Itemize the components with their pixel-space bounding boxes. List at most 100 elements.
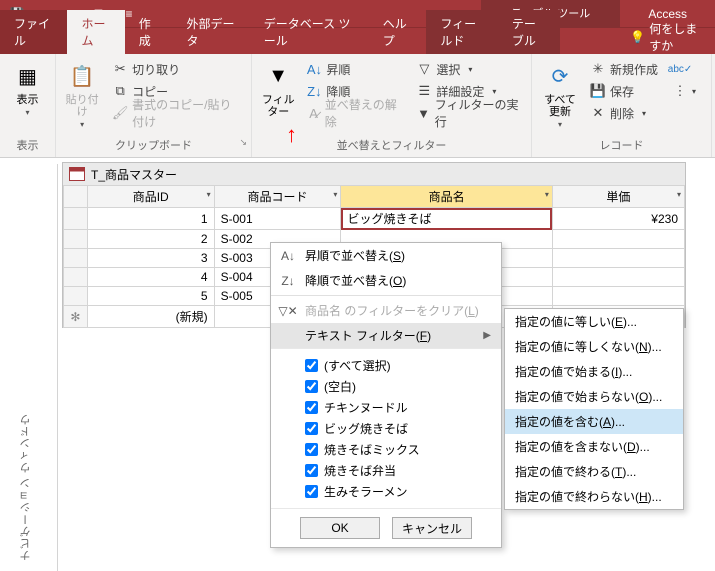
- tell-me[interactable]: 💡 何をしますか: [620, 20, 715, 54]
- submenu-item[interactable]: 指定の値で終わる(T)...: [505, 459, 683, 484]
- tab-database-tools[interactable]: データベース ツール: [250, 10, 369, 54]
- cell-editing[interactable]: ビッグ焼きそば: [341, 208, 552, 230]
- checkbox[interactable]: [305, 443, 318, 456]
- clear-funnel-icon: ▽✕: [279, 304, 297, 318]
- group-label-records: レコード: [532, 135, 711, 157]
- selection-button[interactable]: ▽選択▾: [412, 58, 525, 80]
- group-clipboard: 📋 貼り付け ▾ ✂切り取り ⧉コピー 🖌書式のコピー/貼り付け クリップボード: [56, 54, 252, 157]
- cut-button[interactable]: ✂切り取り: [108, 58, 245, 80]
- filter-context-menu: A↓昇順で並べ替え(S) Z↓降順で並べ替え(O) ▽✕商品名 のフィルターをク…: [270, 242, 502, 548]
- dropdown-icon[interactable]: ▾: [333, 190, 337, 199]
- cell[interactable]: 3: [87, 249, 214, 268]
- tab-home[interactable]: ホーム: [67, 10, 124, 54]
- paste-label: 貼り付け: [64, 94, 100, 118]
- col-header[interactable]: 商品ID ▾: [87, 186, 214, 208]
- funnel-sel-icon: ▽: [416, 61, 432, 77]
- accel: F: [420, 329, 427, 343]
- cell[interactable]: 4: [87, 268, 214, 287]
- checkbox[interactable]: [305, 359, 318, 372]
- dropdown-icon[interactable]: ▾: [545, 190, 549, 199]
- checkbox[interactable]: [305, 485, 318, 498]
- chk-label: チキンヌードル: [324, 399, 408, 416]
- chk-item[interactable]: ビッグ焼きそば: [305, 418, 489, 439]
- menu-text-filters[interactable]: テキスト フィルター(F)▶: [271, 323, 501, 348]
- submenu-item[interactable]: 指定の値を含む(A)...: [505, 409, 683, 434]
- checkbox[interactable]: [305, 422, 318, 435]
- datasheet-tab[interactable]: T_商品マスター: [63, 163, 685, 185]
- advanced-icon: ☰: [416, 83, 432, 99]
- submenu-item[interactable]: 指定の値で始まる(I)...: [505, 359, 683, 384]
- spell-check-button[interactable]: abc✓: [668, 58, 700, 80]
- tab-file[interactable]: ファイル: [0, 10, 67, 54]
- menu-label: 昇順で並べ替え(: [305, 249, 393, 263]
- chk-blank[interactable]: (空白): [305, 376, 489, 397]
- tab-create[interactable]: 作成: [125, 10, 173, 54]
- tab-help[interactable]: ヘルプ: [369, 10, 427, 54]
- chk-item[interactable]: チキンヌードル: [305, 397, 489, 418]
- view-button[interactable]: ▦ 表示 ▾: [6, 58, 49, 119]
- save-record-button[interactable]: 💾保存: [586, 80, 662, 102]
- sort-asc-button[interactable]: A↓昇順: [302, 58, 404, 80]
- ok-button[interactable]: OK: [300, 517, 380, 539]
- sort-desc-icon: Z↓: [306, 83, 322, 99]
- col-label: 商品ID: [133, 190, 169, 204]
- chk-select-all[interactable]: (すべて選択): [305, 355, 489, 376]
- filter-button[interactable]: ▼ フィルター: [258, 58, 298, 120]
- dropdown-icon[interactable]: ▾: [677, 190, 681, 199]
- checkbox[interactable]: [305, 380, 318, 393]
- refresh-all-button[interactable]: ⟳ すべて 更新 ▾: [538, 58, 582, 131]
- more-button[interactable]: ⋮▾: [668, 80, 700, 102]
- checkbox[interactable]: [305, 464, 318, 477]
- menu-sort-desc[interactable]: Z↓降順で並べ替え(O): [271, 268, 501, 293]
- checkbox[interactable]: [305, 401, 318, 414]
- chk-item[interactable]: 生みそラーメン: [305, 481, 489, 502]
- copy-icon: ⧉: [112, 83, 128, 99]
- select-all[interactable]: [64, 186, 88, 208]
- delete-record-button[interactable]: ✕削除▾: [586, 102, 662, 124]
- sort-desc-icon: Z↓: [279, 274, 297, 288]
- paste-button[interactable]: 📋 貼り付け ▾: [62, 58, 102, 131]
- cell[interactable]: (新規): [87, 306, 214, 328]
- chk-item[interactable]: 焼きそば弁当: [305, 460, 489, 481]
- toggle-filter-button[interactable]: ▼フィルターの実行: [412, 102, 525, 124]
- view-label: 表示: [17, 94, 39, 106]
- dropdown-icon[interactable]: ▾: [207, 190, 211, 199]
- tab-external-data[interactable]: 外部データ: [172, 10, 249, 54]
- cell[interactable]: [552, 249, 684, 268]
- table-row[interactable]: 1S-001ビッグ焼きそば¥230: [64, 208, 685, 230]
- menu-sort-asc[interactable]: A↓昇順で並べ替え(S): [271, 243, 501, 268]
- cell[interactable]: [552, 268, 684, 287]
- submenu-item[interactable]: 指定の値で終わらない(H)...: [505, 484, 683, 509]
- tell-me-label: 何をしますか: [649, 20, 705, 54]
- cell[interactable]: 2: [87, 230, 214, 249]
- filter-label: フィルター: [260, 94, 296, 118]
- funnel-icon: ▼: [262, 60, 294, 92]
- toggle-filter-label: フィルターの実行: [435, 96, 521, 130]
- col-label: 商品名: [429, 190, 465, 204]
- navigation-pane[interactable]: ナビゲーション ウィンドウ: [0, 164, 58, 571]
- submenu-item[interactable]: 指定の値に等しい(E)...: [505, 309, 683, 334]
- col-header[interactable]: 商品名 ▾: [341, 186, 552, 208]
- submenu-item[interactable]: 指定の値で始まらない(O)...: [505, 384, 683, 409]
- datasheet-title: T_商品マスター: [91, 166, 177, 183]
- cell[interactable]: [552, 230, 684, 249]
- tab-table[interactable]: テーブル: [498, 10, 560, 54]
- cell[interactable]: 5: [87, 287, 214, 306]
- cell[interactable]: 1: [87, 208, 214, 230]
- cell[interactable]: ¥230: [552, 208, 684, 230]
- submenu-item[interactable]: 指定の値に等しくない(N)...: [505, 334, 683, 359]
- funnel-toggle-icon: ▼: [416, 105, 430, 121]
- menu-clear-filter[interactable]: ▽✕商品名 のフィルターをクリア(L): [271, 298, 501, 323]
- chk-item[interactable]: 焼きそばミックス: [305, 439, 489, 460]
- cell[interactable]: S-001: [214, 208, 341, 230]
- col-header[interactable]: 商品コード▾: [214, 186, 341, 208]
- clear-sort-button[interactable]: A̷並べ替えの解除: [302, 102, 404, 124]
- cancel-button[interactable]: キャンセル: [392, 517, 472, 539]
- col-header[interactable]: 単価▾: [552, 186, 684, 208]
- new-record-button[interactable]: ✳新規作成: [586, 58, 662, 80]
- cell[interactable]: [552, 287, 684, 306]
- submenu-item[interactable]: 指定の値を含まない(D)...: [505, 434, 683, 459]
- format-painter-button[interactable]: 🖌書式のコピー/貼り付け: [108, 102, 245, 124]
- chk-label: 生みそラーメン: [324, 483, 408, 500]
- tab-fields[interactable]: フィールド: [426, 10, 498, 54]
